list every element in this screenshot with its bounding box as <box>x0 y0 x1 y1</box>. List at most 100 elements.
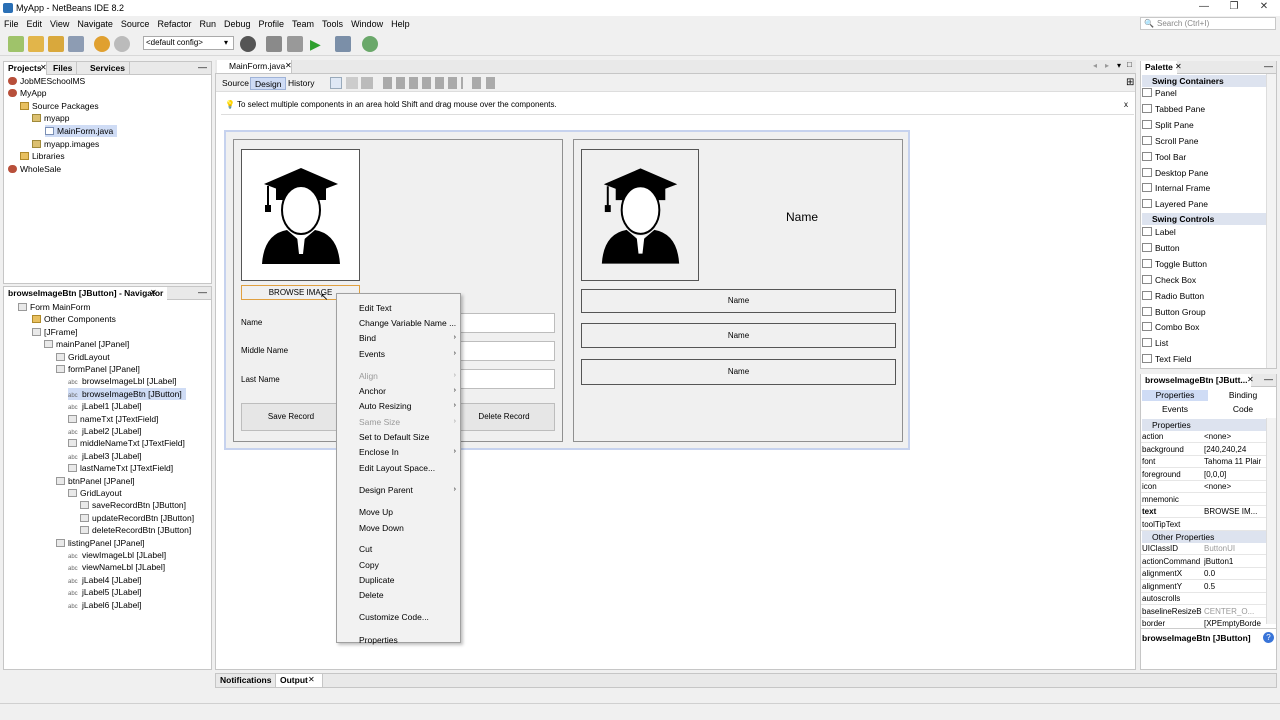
palette-item[interactable]: Toggle Button <box>1142 257 1207 271</box>
tab-notifications[interactable]: Notifications <box>216 674 277 687</box>
save-all-icon[interactable] <box>68 36 84 52</box>
connection-mode-icon[interactable] <box>346 77 358 89</box>
maximize-icon[interactable]: □ <box>1127 60 1132 69</box>
tab-properties[interactable]: Properties <box>1142 390 1208 401</box>
property-row[interactable]: alignmentX 0.0 <box>1141 568 1266 581</box>
navigator-node[interactable]: updateRecordBtn [JButton] <box>80 512 194 524</box>
close-icon[interactable]: ✕ <box>1175 62 1182 71</box>
navigator-node[interactable]: deleteRecordBtn [JButton] <box>80 524 191 536</box>
property-row[interactable]: text BROWSE IM... <box>1141 506 1266 519</box>
search-input[interactable]: Search (Ctrl+I) <box>1140 17 1276 30</box>
close-icon[interactable]: ✕ <box>1250 1 1278 15</box>
palette-scrollbar[interactable] <box>1266 74 1276 368</box>
property-row[interactable]: action <none> <box>1141 431 1266 444</box>
menu-view[interactable]: View <box>50 16 69 32</box>
config-select[interactable]: <default config> <box>143 36 234 50</box>
context-menu-item[interactable]: Duplicate <box>359 574 459 586</box>
minimize-icon[interactable]: — <box>198 62 207 72</box>
palette-item[interactable]: Button <box>1142 241 1180 255</box>
palette-item[interactable]: Button Group <box>1142 305 1206 319</box>
palette-item[interactable]: List <box>1142 336 1168 350</box>
clean-build-icon[interactable] <box>287 36 303 52</box>
navigator-node[interactable]: abc jLabel4 [JLabel] <box>68 574 142 586</box>
context-menu-item[interactable]: Bind › <box>359 332 459 344</box>
context-menu-item[interactable]: Set to Default Size <box>359 431 459 443</box>
menu-refactor[interactable]: Refactor <box>157 16 191 32</box>
tab-properties-window[interactable]: browseImageBtn [JButt... <box>1141 374 1252 387</box>
properties-scrollbar[interactable] <box>1266 418 1276 624</box>
hammer-icon[interactable] <box>266 36 282 52</box>
navigator-node[interactable]: nameTxt [JTextField] <box>68 413 158 425</box>
minimize-icon[interactable]: — <box>198 287 207 297</box>
undo-icon[interactable] <box>94 36 110 52</box>
image-label[interactable] <box>241 149 360 281</box>
palette-item[interactable]: Text Field <box>1142 352 1191 366</box>
tab-binding[interactable]: Binding <box>1210 390 1276 401</box>
navigator-node[interactable]: abc jLabel6 [JLabel] <box>68 599 142 611</box>
menu-profile[interactable]: Profile <box>259 16 285 32</box>
property-row[interactable]: baselineResizeBehCENTER_O... <box>1141 606 1266 618</box>
navigator-node[interactable]: mainPanel [JPanel] <box>44 338 129 350</box>
close-icon[interactable]: ✕ <box>150 288 157 297</box>
close-icon[interactable]: ✕ <box>285 61 292 70</box>
chevron-down-icon[interactable]: ▾ <box>224 38 228 47</box>
resize-icons[interactable] <box>472 77 496 89</box>
navigator-node[interactable]: abc viewNameLbl [JLabel] <box>68 561 165 573</box>
navigator-node[interactable]: lastNameTxt [JTextField] <box>68 462 173 474</box>
debug-icon[interactable] <box>335 36 351 52</box>
tree-item-libraries[interactable]: Libraries <box>20 150 65 162</box>
context-menu-item[interactable]: Auto Resizing › <box>359 400 459 412</box>
chevron-left-icon[interactable]: ◂ <box>1093 61 1097 70</box>
navigator-node[interactable]: Form MainForm <box>18 301 90 313</box>
view-image-label[interactable] <box>581 149 699 281</box>
chevron-right-icon[interactable]: ▸ <box>1105 61 1109 70</box>
palette-item[interactable]: Panel <box>1142 86 1177 100</box>
navigator-node[interactable]: abc jLabel5 [JLabel] <box>68 586 142 598</box>
close-icon[interactable]: ✕ <box>1247 375 1254 384</box>
tree-item-wholesale[interactable]: WholeSale <box>8 163 61 175</box>
property-row[interactable]: actionCommand jButton1 <box>1141 556 1266 568</box>
navigator-node[interactable]: abc jLabel1 [JLabel] <box>68 400 142 412</box>
tree-item-myapp-package[interactable]: myapp <box>32 112 70 124</box>
palette-item[interactable]: Tabbed Pane <box>1142 102 1205 116</box>
redo-icon[interactable] <box>114 36 130 52</box>
tab-services[interactable]: Services <box>86 62 130 75</box>
close-icon[interactable]: ✕ <box>308 675 315 684</box>
navigator-node[interactable]: abc browseImageLbl [JLabel] <box>68 375 177 387</box>
align-icons[interactable] <box>383 77 463 89</box>
navigator-node[interactable]: abc browseImageBtn [JButton] <box>68 387 186 400</box>
palette-item[interactable]: Radio Button <box>1142 289 1204 303</box>
selection-mode-icon[interactable] <box>330 77 342 89</box>
menu-help[interactable]: Help <box>391 16 410 32</box>
property-row[interactable]: font Tahoma 11 Plair <box>1141 456 1266 469</box>
run-icon[interactable]: ▶ <box>310 36 326 52</box>
context-menu-item[interactable]: Customize Code... <box>359 611 459 623</box>
open-project-icon[interactable] <box>48 36 64 52</box>
new-project-icon[interactable] <box>28 36 44 52</box>
property-row[interactable]: foreground [0,0,0] <box>1141 469 1266 481</box>
preview-icon[interactable] <box>361 77 373 89</box>
tree-item-jobmeschoolms[interactable]: JobMESchoolMS <box>8 75 85 87</box>
menu-navigate[interactable]: Navigate <box>77 16 113 32</box>
maximize-icon[interactable]: ❐ <box>1220 1 1248 15</box>
tree-item-mainform[interactable]: MainForm.java <box>45 125 118 137</box>
property-row[interactable]: UIClassID ButtonUI <box>1141 543 1266 556</box>
context-menu-item[interactable]: Move Up <box>359 506 459 518</box>
tab-navigator[interactable]: browseImageBtn [JButton] - Navigator <box>4 287 168 300</box>
name-row-3[interactable]: Name <box>581 359 896 385</box>
navigator-node[interactable]: GridLayout <box>68 487 122 499</box>
tab-mainform[interactable]: MainForm.java <box>217 60 293 73</box>
tab-events[interactable]: Events <box>1142 404 1208 415</box>
minimize-icon[interactable]: — <box>1264 61 1273 71</box>
navigator-node[interactable]: [JFrame] <box>32 326 78 338</box>
tab-code[interactable]: Code <box>1210 404 1276 415</box>
property-row[interactable]: background [240,240,24 <box>1141 444 1266 456</box>
section-other-properties[interactable]: Other Properties <box>1142 531 1266 543</box>
menu-team[interactable]: Team <box>292 16 314 32</box>
save-record-button[interactable]: Save Record <box>241 403 341 431</box>
context-menu-item[interactable]: Cut <box>359 543 459 555</box>
context-menu-item[interactable]: Copy <box>359 559 459 571</box>
navigator-node[interactable]: btnPanel [JPanel] <box>56 475 135 487</box>
profile-icon[interactable] <box>362 36 378 52</box>
menu-file[interactable]: File <box>4 16 19 32</box>
